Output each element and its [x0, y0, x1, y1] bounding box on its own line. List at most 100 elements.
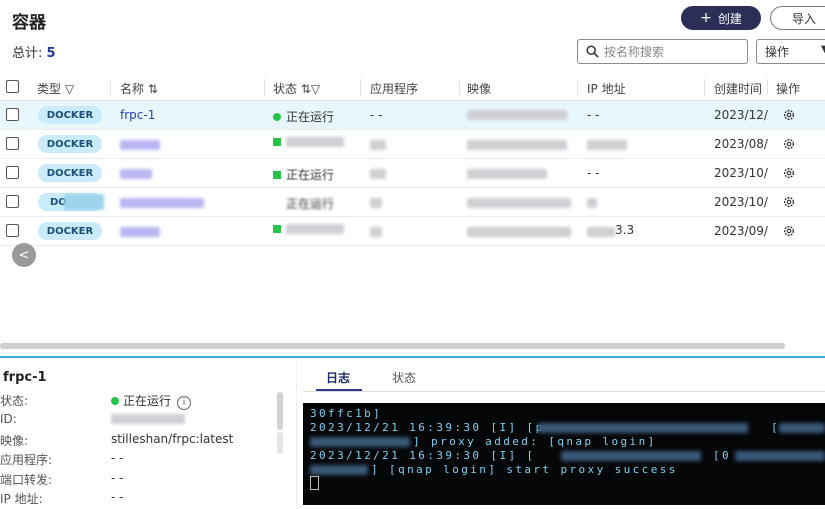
app-redacted	[370, 198, 382, 208]
detail-label-ip: IP 地址:	[0, 492, 43, 506]
app-redacted	[370, 140, 386, 150]
running-dot-icon	[273, 112, 281, 121]
header-image: 映像	[467, 82, 492, 96]
table-header: 类型 ▽ 名称 ⇅ 状态 ⇅▽ 应用程序 映像 IP 地址 创建时间 操作	[0, 73, 825, 101]
table-row[interactable]: DO 正在运行 2023/10/0	[0, 188, 825, 217]
filter-icon[interactable]: ▽	[311, 82, 320, 96]
detail-ip: - -	[111, 490, 124, 504]
row-checkbox[interactable]	[6, 166, 19, 179]
ip-cell: - -	[587, 166, 600, 180]
container-name-link[interactable]: frpc-1	[120, 108, 155, 122]
search-input[interactable]: 按名称搜索	[577, 39, 748, 64]
status-square-icon	[273, 225, 281, 233]
import-button[interactable]: 导入	[770, 6, 825, 30]
info-icon[interactable]: i	[177, 396, 192, 410]
running-dot-icon	[111, 397, 119, 405]
row-checkbox[interactable]	[6, 108, 19, 121]
detail-port: - -	[111, 471, 124, 485]
ip-cell: - -	[587, 108, 600, 122]
detail-status: 正在运行 i	[111, 392, 192, 410]
ip-cell: 3.3	[615, 223, 635, 237]
horizontal-scrollbar[interactable]	[0, 343, 785, 349]
name-redacted	[120, 227, 160, 237]
detail-label-status: 状态:	[0, 394, 29, 408]
header-type[interactable]: 类型 ▽	[37, 80, 74, 97]
image-cell-redacted	[467, 140, 567, 150]
created-cell: 2023/09/0	[714, 224, 768, 238]
status-square-icon	[273, 138, 281, 146]
row-checkbox[interactable]	[6, 224, 19, 237]
header-ip: IP 地址	[587, 82, 626, 96]
row-checkbox[interactable]	[6, 195, 19, 208]
detail-image: stilleshan/frpc:latest	[111, 432, 234, 446]
log-console[interactable]: 30ffc1b] 2023/12/21 16:39:30 [I] [p [ ] …	[303, 403, 825, 505]
gear-icon[interactable]	[782, 195, 796, 209]
type-badge: DOCKER	[38, 135, 102, 153]
name-redacted	[120, 198, 204, 208]
create-label: 创建	[717, 11, 742, 26]
name-redacted	[120, 169, 152, 179]
app-redacted	[370, 227, 382, 237]
select-all-checkbox[interactable]	[6, 80, 19, 93]
header-ops: 操作	[776, 82, 801, 96]
gear-icon[interactable]	[782, 137, 796, 151]
ip-redacted	[587, 227, 615, 237]
image-cell-redacted	[467, 110, 567, 120]
log-fragment: [0	[713, 449, 732, 462]
filter-icon[interactable]: ▽	[65, 82, 74, 96]
operations-dropdown[interactable]: 操作 ▼	[756, 39, 825, 64]
detail-id-redacted	[111, 414, 185, 424]
table-row[interactable]: DOCKER 正在运行 - - 2023/10/0	[0, 159, 825, 188]
created-cell: 2023/10/0	[714, 166, 768, 180]
header-status[interactable]: 状态 ⇅▽	[273, 80, 320, 97]
type-badge: DOCKER	[38, 222, 102, 240]
log-redacted	[310, 437, 410, 447]
log-redacted	[310, 465, 368, 475]
app-cell: - -	[370, 108, 383, 122]
plus-icon: +	[700, 10, 712, 26]
panel-splitter[interactable]	[0, 356, 825, 358]
chevron-left-icon[interactable]: <	[12, 243, 36, 267]
detail-app: - -	[111, 451, 124, 465]
status-cell	[273, 224, 344, 234]
operations-label: 操作	[765, 45, 790, 59]
log-redacted	[561, 451, 701, 461]
gear-icon[interactable]	[782, 108, 796, 122]
detail-label-image: 映像:	[0, 434, 29, 448]
status-cell: 正在运行	[273, 166, 334, 183]
create-button[interactable]: + 创建	[681, 6, 761, 30]
header-created: 创建时间	[714, 82, 763, 96]
tab-status[interactable]: 状态	[392, 369, 416, 386]
image-cell-redacted	[467, 198, 571, 208]
table-row[interactable]: DOCKER 2023/08/2	[0, 130, 825, 159]
detail-label-id: ID:	[0, 412, 17, 426]
total-label: 总计:	[12, 46, 43, 61]
detail-scrollbar[interactable]	[277, 392, 283, 430]
panel-divider	[296, 360, 297, 509]
ip-redacted	[587, 198, 597, 208]
gear-icon[interactable]	[782, 224, 796, 238]
log-redacted	[538, 423, 748, 433]
sort-icon[interactable]: ⇅	[148, 82, 158, 96]
status-cell	[273, 137, 344, 147]
type-badge: DOCKER	[38, 164, 102, 182]
search-placeholder: 按名称搜索	[604, 45, 665, 59]
gear-icon[interactable]	[782, 166, 796, 180]
tab-log[interactable]: 日志	[326, 369, 350, 386]
header-name[interactable]: 名称 ⇅	[120, 80, 158, 97]
detail-scrollbar-track	[277, 432, 283, 454]
log-line: ] [qnap login] start proxy success	[371, 463, 678, 476]
status-cell: 正在运行	[286, 197, 335, 211]
created-cell: 2023/08/2	[714, 137, 768, 151]
table-row[interactable]: DOCKER frpc-1 正在运行 - - - - 2023/12/2	[0, 101, 825, 130]
log-redacted	[735, 451, 825, 461]
detail-title: frpc-1	[3, 370, 47, 385]
sort-icon[interactable]: ⇅	[301, 82, 311, 96]
created-cell: 2023/12/2	[714, 108, 768, 122]
log-line: 2023/12/21 16:39:30 [I] [	[310, 449, 536, 462]
table-row[interactable]: DOCKER 3.3 2023/09/0	[0, 217, 825, 246]
row-checkbox[interactable]	[6, 137, 19, 150]
log-line: ] proxy added: [qnap login]	[413, 435, 657, 448]
log-line: 30ffc1b]	[310, 407, 383, 420]
badge-redacted	[64, 194, 104, 210]
